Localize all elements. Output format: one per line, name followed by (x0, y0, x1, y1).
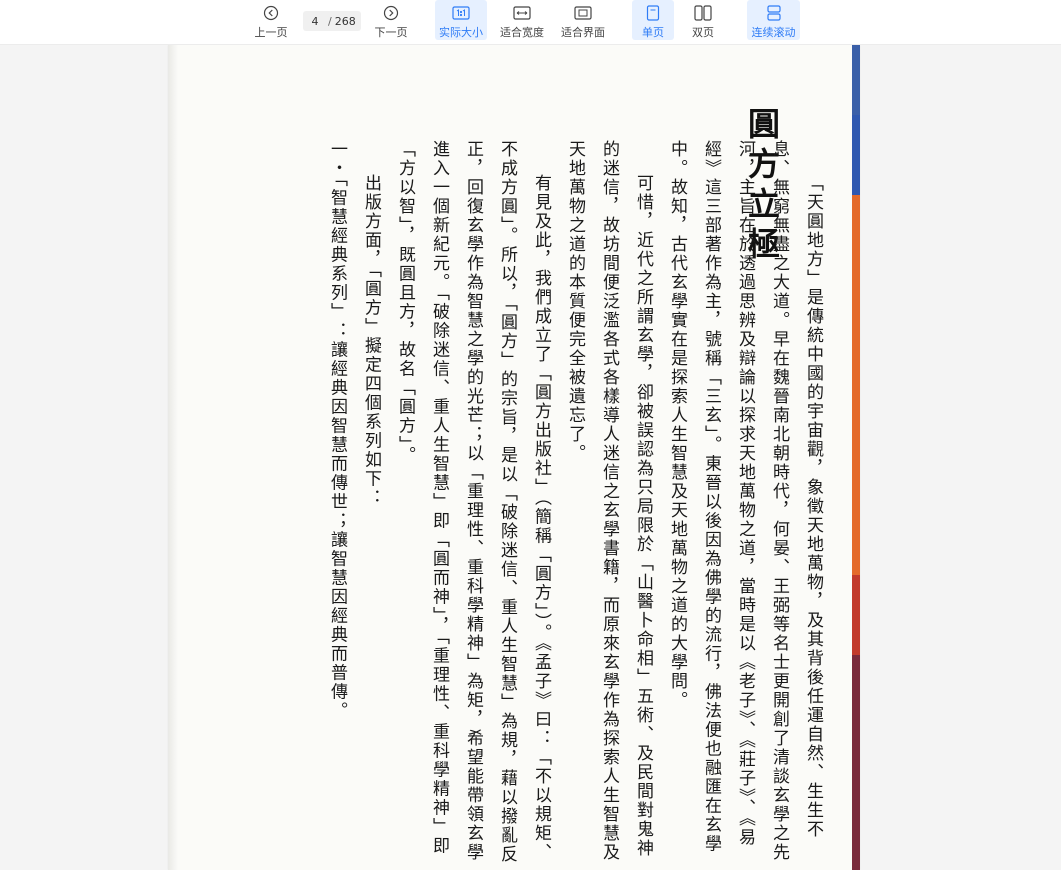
actual-size-label: 实际大小 (439, 26, 483, 39)
page-body-text: 「天圓地方」是傳統中國的宇宙觀，象徵天地萬物，及其背後任運自然、生生不息、無窮無… (320, 140, 830, 870)
double-page-button[interactable]: 双页 (684, 0, 722, 40)
prev-page-label: 上一页 (254, 26, 288, 39)
paragraph: 「天圓地方」是傳統中國的宇宙觀，象徵天地萬物，及其背後任運自然、生生不息、無窮無… (667, 140, 823, 862)
next-page-button[interactable]: 下一页 (372, 0, 410, 40)
fit-width-label: 适合宽度 (500, 26, 544, 39)
single-page-label: 单页 (642, 26, 664, 39)
paragraph: 有見及此，我們成立了「圓方出版社」（簡稱「圓方」）。《孟子》曰：「不以規矩、不成… (395, 140, 551, 864)
actual-size-icon (452, 3, 470, 23)
fit-page-label: 适合界面 (561, 26, 605, 39)
double-page-label: 双页 (692, 26, 714, 39)
fit-page-button[interactable]: 适合界面 (558, 0, 608, 40)
paragraph: 一・「智慧經典系列」：讓經典因智慧而傳世；讓智慧因經典而普傳。 (327, 140, 347, 721)
continuous-scroll-button[interactable]: 连续滚动 (747, 0, 800, 40)
next-page-label: 下一页 (374, 26, 408, 39)
fit-width-icon (513, 3, 531, 23)
paragraph: 可惜，近代之所謂玄學，卻被誤認為只局限於「山醫卜命相」五術、及民間對鬼神的迷信，… (565, 140, 653, 862)
page-number-input[interactable] (305, 14, 325, 28)
fit-page-icon (574, 3, 592, 23)
continuous-scroll-label: 连续滚动 (751, 26, 796, 39)
book-spine-edge (852, 45, 860, 870)
continuous-scroll-icon (766, 3, 782, 23)
document-page: 圓方立極 「天圓地方」是傳統中國的宇宙觀，象徵天地萬物，及其背後任運自然、生生不… (168, 45, 860, 870)
single-page-icon (646, 3, 660, 23)
fit-width-button[interactable]: 适合宽度 (497, 0, 547, 40)
page-number-box: / 268 (303, 11, 361, 31)
chevron-right-circle-icon (383, 3, 399, 23)
actual-size-button[interactable]: 实际大小 (435, 0, 487, 40)
single-page-button[interactable]: 单页 (632, 0, 674, 40)
paragraph: 出版方面，「圓方」擬定四個系列如下： (361, 174, 381, 508)
prev-page-button[interactable]: 上一页 (252, 0, 290, 40)
document-viewer[interactable]: 圓方立極 「天圓地方」是傳統中國的宇宙觀，象徵天地萬物，及其背後任運自然、生生不… (0, 45, 1061, 870)
chevron-left-circle-icon (263, 3, 279, 23)
page-total: 268 (334, 14, 356, 28)
viewer-toolbar: 上一页 / 268 下一页 实际大小 适合宽度 适合界面 单页 (0, 0, 1061, 45)
page-separator: / (328, 14, 332, 28)
double-page-icon (694, 3, 712, 23)
page-edge-shadow (168, 45, 178, 870)
